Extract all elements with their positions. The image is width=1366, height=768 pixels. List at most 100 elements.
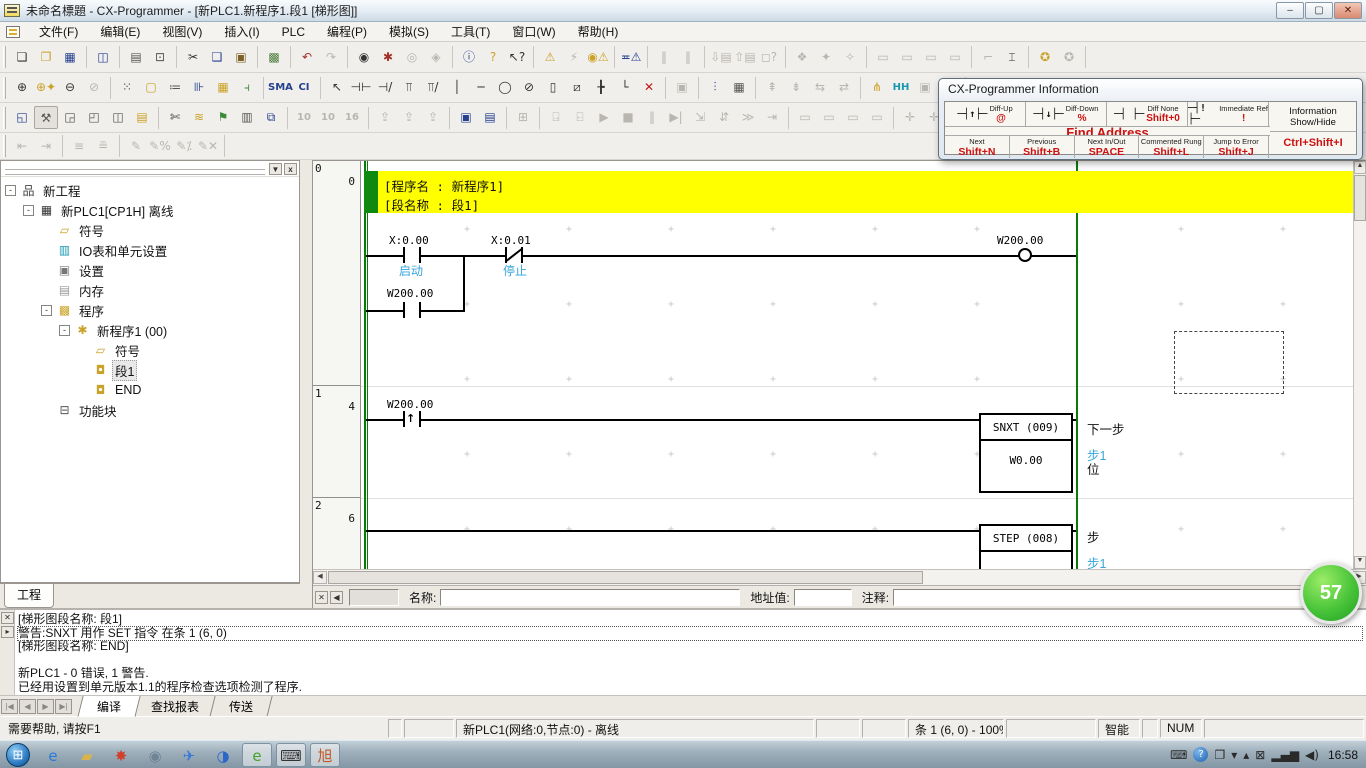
output-expand-button[interactable]: ▸ (1, 626, 14, 638)
align-list-2[interactable]: ≞ (91, 135, 115, 158)
menu-item[interactable]: PLC (271, 23, 316, 41)
tray-up-icon[interactable]: ▴ (1243, 748, 1249, 762)
tree-expander-icon[interactable]: - (23, 205, 34, 216)
document-icon[interactable] (6, 26, 20, 38)
help[interactable]: ? (481, 46, 505, 69)
tray-window-icon[interactable]: ❐ (1214, 748, 1225, 762)
drag-online-2[interactable]: ⍇ (568, 106, 592, 129)
data-tree[interactable]: ⫞ (235, 76, 259, 99)
output-close-button[interactable]: ✕ (1, 612, 14, 624)
rung-manager[interactable]: ≔ (163, 76, 187, 99)
tab-scroll-prev[interactable]: ◀ (19, 699, 36, 714)
tree-pane-menu-button[interactable]: ▼ (269, 163, 282, 175)
rung-header-1[interactable]: 1 4 (313, 386, 360, 498)
taskbar-app-plane[interactable]: ✈ (174, 743, 204, 767)
schedule-view[interactable]: ▦ (727, 76, 751, 99)
tray-help-icon[interactable]: ? (1193, 747, 1208, 762)
signed-10[interactable]: 10 (316, 106, 340, 129)
paste[interactable]: ▣ (229, 46, 253, 69)
options-tool[interactable]: ⚒ (34, 106, 58, 129)
tray-volume-icon[interactable]: ◀) (1305, 748, 1319, 762)
tree-symbols[interactable]: ▱ 符号 (1, 220, 299, 240)
hex-16[interactable]: 16 (340, 106, 364, 129)
tree-pane-close-button[interactable]: x (284, 163, 297, 175)
ladder-canvas[interactable]: ++++++++++++++++++++++++++++++++++++++++… (313, 161, 1353, 569)
clock[interactable]: 16:58 (1328, 748, 1358, 762)
new-instruction[interactable]: ▯ (541, 76, 565, 99)
cut[interactable]: ✂ (181, 46, 205, 69)
tray-signal-icon[interactable]: ▂▄▆ (1271, 748, 1299, 762)
tray-chevron-icon[interactable]: ▾ (1231, 748, 1237, 762)
new-closed-coil[interactable]: ⊘ (517, 76, 541, 99)
retrace[interactable]: ◈ (424, 46, 448, 69)
tree-expander-icon[interactable]: - (41, 305, 52, 316)
ci-view[interactable]: CI (292, 76, 316, 99)
time-chart-monitor[interactable]: ⌶ (1000, 46, 1024, 69)
drag-online-1[interactable]: ⍈ (544, 106, 568, 129)
rung-comment[interactable]: ⊞ (511, 106, 535, 129)
plc-io-table[interactable]: ▣ (454, 106, 478, 129)
tree-plc[interactable]: - ▦ 新PLC1[CP1H] 离线 (1, 200, 299, 220)
report-view[interactable]: ▥ (235, 106, 259, 129)
compare-programs[interactable]: ◫ (91, 46, 115, 69)
sim-run[interactable]: ▶ (592, 106, 616, 129)
window-symbols[interactable]: ◰ (82, 106, 106, 129)
work-online[interactable]: ❖ (790, 46, 814, 69)
new-vertical[interactable]: │ (445, 76, 469, 99)
output-line[interactable]: 已经用设置到单元版本1.1的程序检查选项检测了程序. (18, 681, 1362, 695)
maximize-button[interactable]: ▢ (1305, 2, 1333, 19)
pause-monitoring[interactable]: ‖ (652, 46, 676, 69)
toolbar-grip[interactable] (3, 135, 6, 157)
new-corner[interactable]: └ (613, 76, 637, 99)
sim-step-in[interactable]: ⇲ (688, 106, 712, 129)
taskbar-app-player[interactable]: ◑ (208, 743, 238, 767)
tree-pane-grip[interactable]: ▼ x (1, 161, 299, 177)
gray-tool-1[interactable]: ▣ (913, 76, 937, 99)
indent-right[interactable]: ⇥ (34, 135, 58, 158)
menu-item[interactable]: 帮助(H) (567, 23, 630, 41)
new-horizontal[interactable]: ─ (469, 76, 493, 99)
output-line[interactable]: 新PLC1 - 0 错误, 1 警告. (18, 667, 1362, 681)
menu-item[interactable]: 窗口(W) (501, 23, 566, 41)
pause-trigger[interactable]: ‖ (676, 46, 700, 69)
find[interactable]: ◉ (352, 46, 376, 69)
show-grid[interactable]: ⁙ (115, 76, 139, 99)
plc-unit-setup[interactable]: ▤ (478, 106, 502, 129)
horizontal-scroll-thumb[interactable] (328, 571, 923, 584)
mon-tool-4[interactable]: ▭ (865, 106, 889, 129)
local-symbols[interactable]: ≋ (187, 106, 211, 129)
scroll-up-button[interactable]: ▲ (1354, 161, 1366, 174)
taskbar-app-red[interactable]: ✸ (106, 743, 136, 767)
scroll-down-button[interactable]: ▼ (1354, 556, 1366, 569)
print-preview[interactable]: ⊡ (148, 46, 172, 69)
contact-stop-nc[interactable] (505, 247, 523, 263)
monitor-window-4[interactable]: ▭ (943, 46, 967, 69)
tray-network-icon[interactable]: ⊠ (1255, 748, 1265, 762)
tree-io-table[interactable]: ▥ IO表和单元设置 (1, 240, 299, 260)
mon-tool-2[interactable]: ▭ (817, 106, 841, 129)
monitor-window-1[interactable]: ▭ (871, 46, 895, 69)
undo[interactable]: ↶ (295, 46, 319, 69)
new-or-closed-contact[interactable]: ⫪/ (421, 76, 445, 99)
new-coil[interactable]: ◯ (493, 76, 517, 99)
address-binary[interactable]: ⧉ (259, 106, 283, 129)
monitor-window-3[interactable]: ▭ (919, 46, 943, 69)
tab-scroll-last[interactable]: ▶| (55, 699, 72, 714)
menu-item[interactable]: 模拟(S) (378, 23, 440, 41)
force-set[interactable]: ✪ (1033, 46, 1057, 69)
compile-all[interactable]: ⚡ (562, 46, 586, 69)
zoom-in[interactable]: ⊕ (10, 76, 34, 99)
sim-fast[interactable]: ≫ (736, 106, 760, 129)
exchange-tool[interactable]: ⇄ (832, 76, 856, 99)
mon-tool-1[interactable]: ▭ (793, 106, 817, 129)
io-levels[interactable]: ⊪ (187, 76, 211, 99)
tree-new-project[interactable]: - 品 新工程 (1, 180, 299, 200)
menu-item[interactable]: 工具(T) (440, 23, 501, 41)
rung-header-0[interactable]: 0 0 (313, 161, 360, 386)
mon-tool-3[interactable]: ▭ (841, 106, 865, 129)
new-combo[interactable]: ╊ (589, 76, 613, 99)
context-help[interactable]: ↖? (505, 46, 529, 69)
tree-expander-icon[interactable]: - (5, 185, 16, 196)
properties[interactable]: ▤ (130, 106, 154, 129)
edit-comment-4[interactable]: ✎✕ (196, 135, 220, 158)
